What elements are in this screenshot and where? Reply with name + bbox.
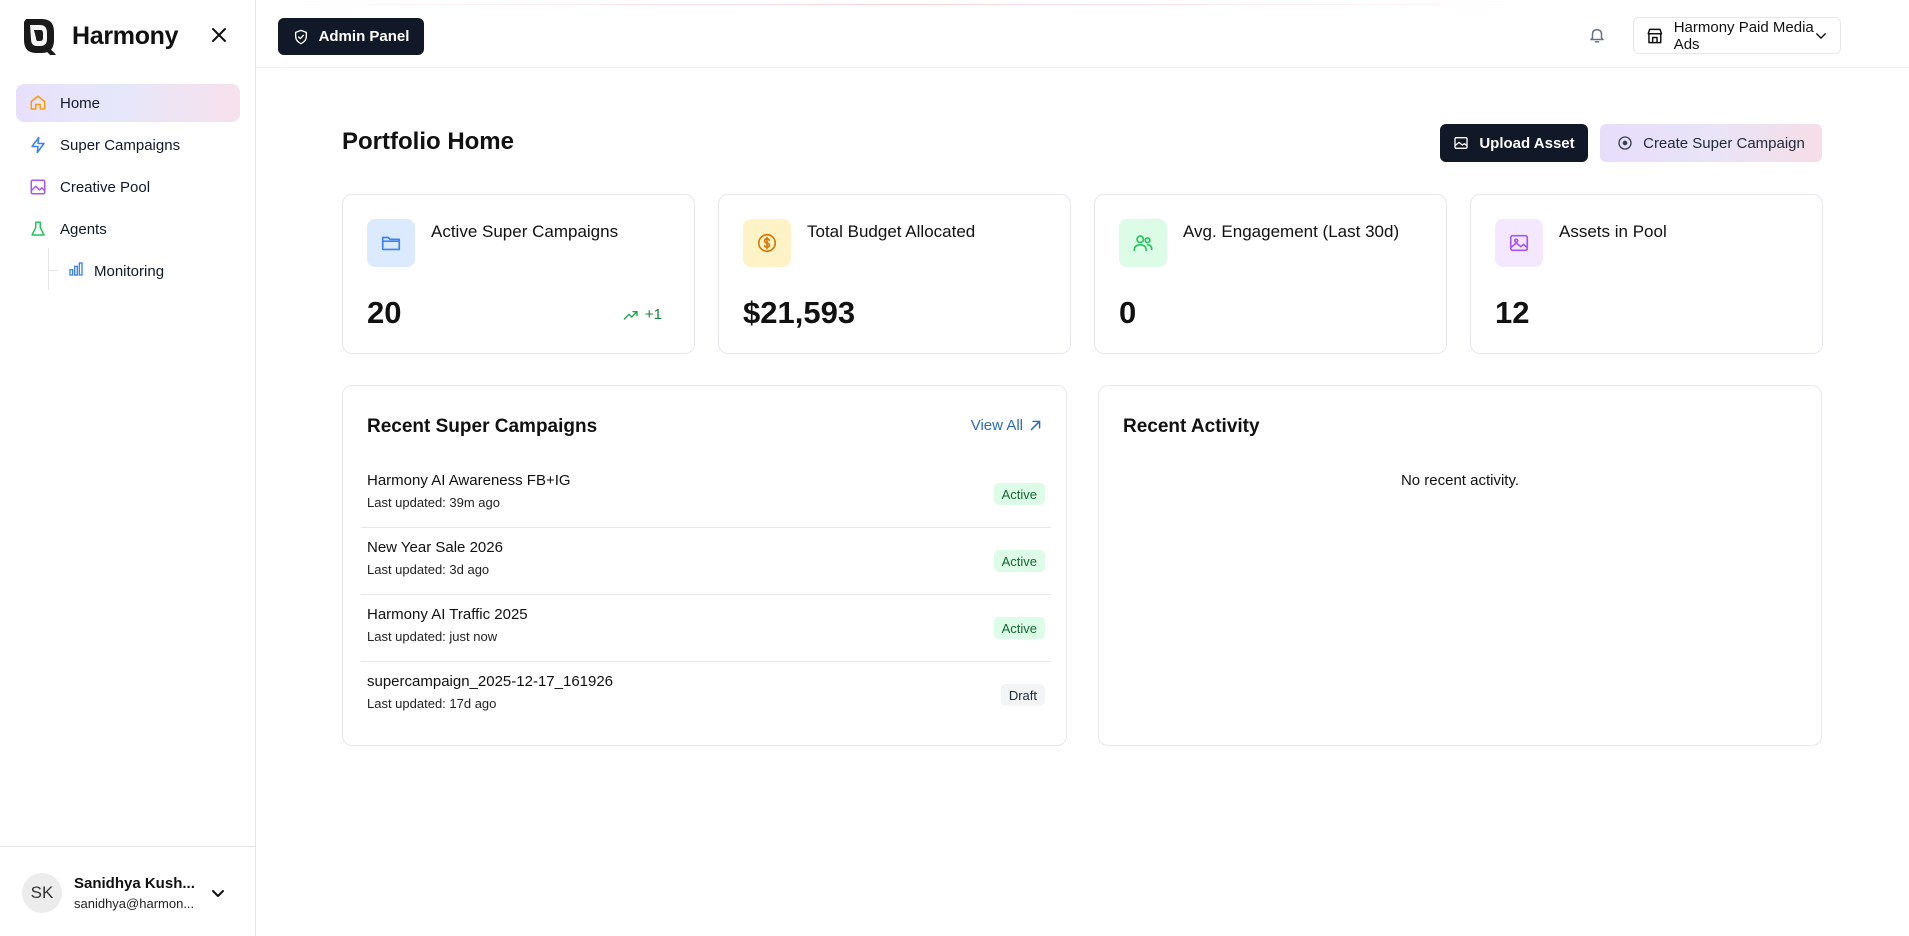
close-icon bbox=[212, 28, 226, 42]
campaign-name: Harmony AI Awareness FB+IG bbox=[367, 472, 571, 489]
table-row[interactable]: supercampaign_2025-12-17_161926 Last upd… bbox=[361, 662, 1051, 729]
panel-title: Recent Super Campaigns bbox=[367, 416, 598, 437]
flask-icon bbox=[28, 219, 48, 239]
close-sidebar-button[interactable] bbox=[208, 24, 230, 46]
stat-value: 12 bbox=[1495, 295, 1530, 330]
sidebar-item-label: Monitoring bbox=[94, 262, 165, 280]
brand-name: Harmony bbox=[72, 21, 179, 50]
sidebar: Harmony Home Super Campaigns Creative Po… bbox=[0, 0, 256, 936]
sidebar-item-monitoring[interactable]: Monitoring bbox=[68, 254, 164, 288]
stat-value: 0 bbox=[1119, 295, 1137, 330]
sidebar-nav: Home Super Campaigns Creative Pool Agent… bbox=[16, 84, 240, 292]
recent-activity-panel: Recent Activity No recent activity. bbox=[1098, 385, 1822, 746]
page-title: Portfolio Home bbox=[342, 128, 514, 155]
sidebar-item-agents[interactable]: Agents bbox=[16, 210, 240, 248]
zap-icon bbox=[28, 135, 48, 155]
stat-card-avg-engagement: Avg. Engagement (Last 30d) 0 bbox=[1094, 194, 1447, 354]
sidebar-item-label: Agents bbox=[60, 220, 107, 238]
dollar-coin-icon bbox=[743, 219, 791, 267]
image-icon bbox=[28, 177, 48, 197]
campaign-updated: Last updated: 39m ago bbox=[367, 495, 500, 510]
image-icon bbox=[1495, 219, 1543, 267]
subnav-line bbox=[48, 248, 49, 290]
top-header: Admin Panel Harmony Paid Media Ads bbox=[256, 0, 1909, 68]
chevron-down-icon bbox=[1816, 33, 1826, 39]
user-name: Sanidhya Kush... bbox=[74, 875, 195, 892]
sidebar-subnav: Monitoring bbox=[48, 248, 240, 292]
upload-asset-label: Upload Asset bbox=[1479, 134, 1575, 152]
sidebar-item-label: Home bbox=[60, 94, 101, 112]
create-super-campaign-button[interactable]: Create Super Campaign bbox=[1600, 124, 1822, 162]
campaign-updated: Last updated: 3d ago bbox=[367, 562, 490, 577]
stat-value: $21,593 bbox=[743, 295, 856, 330]
sidebar-item-label: Super Campaigns bbox=[60, 136, 181, 154]
stat-card-total-budget: Total Budget Allocated $21,593 bbox=[718, 194, 1071, 354]
table-row[interactable]: Harmony AI Traffic 2025 Last updated: ju… bbox=[361, 595, 1051, 662]
view-all-link[interactable]: View All bbox=[971, 417, 1042, 434]
harmony-logo-icon bbox=[24, 19, 56, 55]
status-badge: Active bbox=[993, 483, 1045, 505]
recent-campaigns-panel: Recent Super Campaigns View All Harmony … bbox=[342, 385, 1067, 746]
panel-title: Recent Activity bbox=[1123, 416, 1260, 437]
image-upload-icon bbox=[1454, 137, 1469, 149]
subnav-tick bbox=[48, 270, 58, 271]
stat-card-assets-in-pool: Assets in Pool 12 bbox=[1470, 194, 1823, 354]
admin-panel-label: Admin Panel bbox=[318, 28, 410, 45]
organization-select[interactable]: Harmony Paid Media Ads bbox=[1633, 17, 1841, 54]
sidebar-item-super-campaigns[interactable]: Super Campaigns bbox=[16, 126, 240, 164]
campaign-list: Harmony AI Awareness FB+IG Last updated:… bbox=[361, 461, 1051, 729]
campaign-name: New Year Sale 2026 bbox=[367, 539, 503, 556]
user-profile: SK Sanidhya Kush... sanidhya@harmon... bbox=[0, 846, 256, 936]
stat-trend: +1 bbox=[623, 306, 662, 323]
upload-asset-button[interactable]: Upload Asset bbox=[1440, 124, 1588, 162]
folder-icon bbox=[367, 219, 415, 267]
status-badge: Active bbox=[993, 550, 1045, 572]
stat-card-active-campaigns: Active Super Campaigns 20 +1 bbox=[342, 194, 695, 354]
empty-state-text: No recent activity. bbox=[1400, 472, 1520, 489]
stat-trend-value: +1 bbox=[644, 306, 662, 323]
chevron-down-icon[interactable] bbox=[208, 883, 228, 903]
create-super-campaign-label: Create Super Campaign bbox=[1643, 134, 1805, 152]
sidebar-item-home[interactable]: Home bbox=[16, 84, 240, 122]
home-icon bbox=[28, 93, 48, 113]
campaign-updated: Last updated: 17d ago bbox=[367, 696, 497, 711]
shield-check-icon bbox=[294, 29, 307, 44]
table-row[interactable]: Harmony AI Awareness FB+IG Last updated:… bbox=[361, 461, 1051, 528]
status-badge: Draft bbox=[1000, 684, 1045, 706]
stat-label: Avg. Engagement (Last 30d) bbox=[1183, 222, 1400, 241]
campaign-name: Harmony AI Traffic 2025 bbox=[367, 606, 528, 623]
view-all-label: View All bbox=[970, 417, 1023, 434]
bar-chart-icon bbox=[68, 261, 84, 282]
users-icon bbox=[1119, 219, 1167, 267]
campaign-updated: Last updated: just now bbox=[367, 629, 498, 644]
sidebar-item-creative-pool[interactable]: Creative Pool bbox=[16, 168, 240, 206]
trending-up-icon bbox=[623, 310, 638, 320]
stat-label: Active Super Campaigns bbox=[431, 222, 619, 241]
campaign-name: supercampaign_2025-12-17_161926 bbox=[367, 673, 614, 690]
plus-circle-icon bbox=[1618, 136, 1632, 150]
arrow-up-right-icon bbox=[1030, 420, 1041, 431]
sidebar-item-label: Creative Pool bbox=[60, 178, 151, 196]
user-email: sanidhya@harmon... bbox=[74, 896, 195, 911]
brand[interactable]: Harmony bbox=[20, 16, 179, 56]
store-icon bbox=[1647, 28, 1663, 43]
table-row[interactable]: New Year Sale 2026 Last updated: 3d ago … bbox=[361, 528, 1051, 595]
admin-panel-button[interactable]: Admin Panel bbox=[278, 18, 424, 55]
stat-label: Total Budget Allocated bbox=[807, 222, 976, 241]
stat-label: Assets in Pool bbox=[1559, 222, 1667, 241]
avatar[interactable]: SK bbox=[22, 873, 62, 913]
stat-value: 20 bbox=[367, 295, 402, 330]
status-badge: Active bbox=[993, 617, 1045, 639]
bell-icon[interactable] bbox=[1588, 26, 1606, 44]
